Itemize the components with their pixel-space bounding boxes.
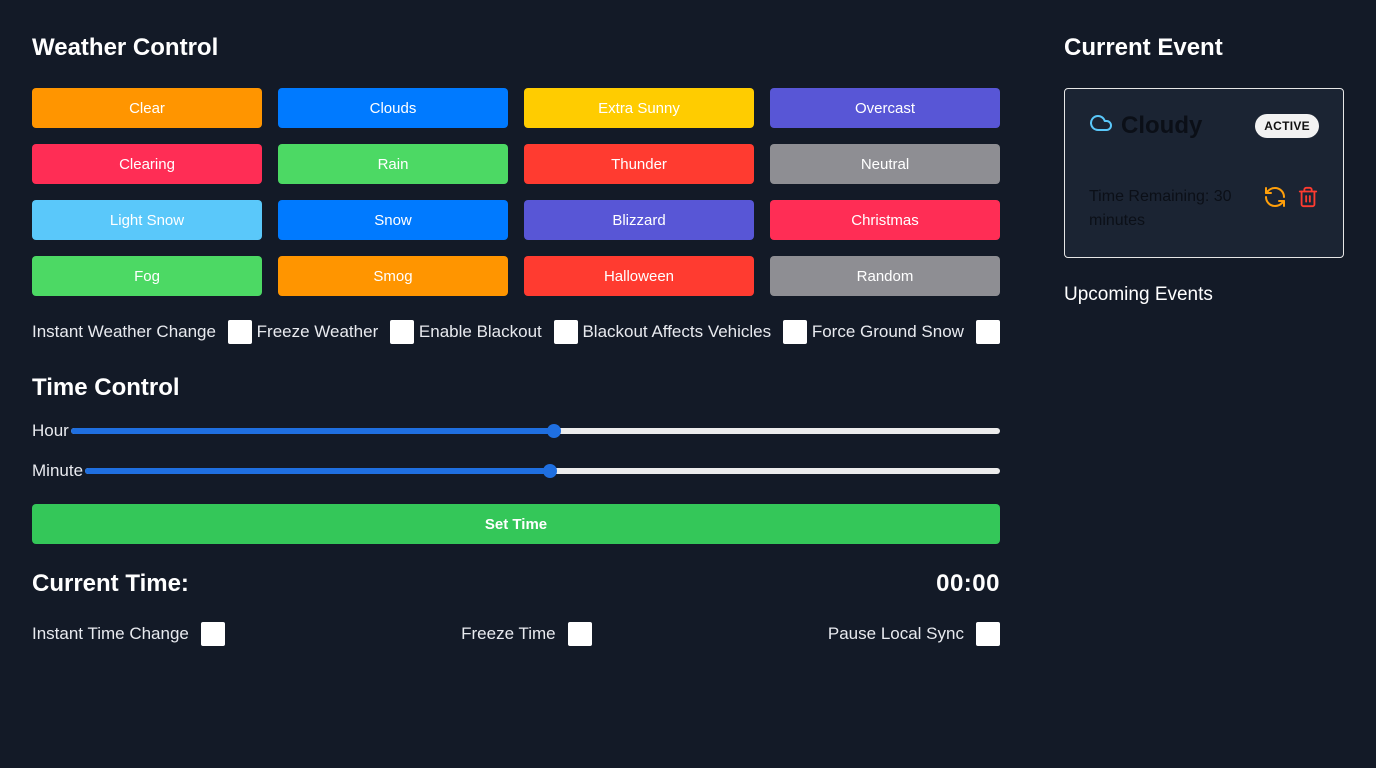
weather-button-halloween[interactable]: Halloween <box>524 256 754 296</box>
weather-button-blizzard[interactable]: Blizzard <box>524 200 754 240</box>
minute-slider-row: Minute <box>32 456 1000 486</box>
refresh-icon[interactable] <box>1263 185 1287 209</box>
time-toggles: Instant Time Change Freeze Time Pause Lo… <box>32 618 1000 650</box>
weather-button-thunder[interactable]: Thunder <box>524 144 754 184</box>
weather-button-clouds[interactable]: Clouds <box>278 88 508 128</box>
enable-blackout-checkbox[interactable] <box>553 320 578 344</box>
time-control-title: Time Control <box>32 374 180 401</box>
weather-button-light-snow[interactable]: Light Snow <box>32 200 262 240</box>
current-event-card: Cloudy ACTIVE Time Remaining: 30 minutes <box>1064 88 1344 258</box>
toggle-freeze-weather[interactable]: Freeze Weather <box>257 320 415 344</box>
toggle-label: Force Ground Snow <box>811 322 964 341</box>
weather-button-neutral[interactable]: Neutral <box>770 144 1000 184</box>
freeze-weather-checkbox[interactable] <box>390 320 415 344</box>
current-event-title: Current Event <box>1064 34 1223 61</box>
weather-button-smog[interactable]: Smog <box>278 256 508 296</box>
weather-time-panel: Weather Control Clear Clouds Extra Sunny… <box>32 30 1000 650</box>
set-time-button[interactable]: Set Time <box>32 504 1000 544</box>
hour-label: Hour <box>32 421 69 440</box>
current-time-value: 00:00 <box>936 570 1000 597</box>
weather-button-rain[interactable]: Rain <box>278 144 508 184</box>
current-time-label: Current Time: <box>32 570 189 597</box>
pause-local-sync-checkbox[interactable] <box>975 622 1000 646</box>
toggle-label: Freeze Time <box>461 624 556 643</box>
freeze-time-checkbox[interactable] <box>567 622 592 646</box>
current-time-row: Current Time: 00:00 <box>32 566 1000 602</box>
weather-button-clearing[interactable]: Clearing <box>32 144 262 184</box>
toggle-force-ground-snow[interactable]: Force Ground Snow <box>812 320 1000 344</box>
toggle-label: Instant Weather Change <box>32 322 216 341</box>
hour-slider[interactable] <box>70 424 1000 438</box>
toggle-pause-local-sync[interactable]: Pause Local Sync <box>828 622 1000 646</box>
event-actions <box>1263 185 1319 209</box>
status-badge: ACTIVE <box>1255 113 1319 138</box>
hour-slider-thumb[interactable] <box>547 424 561 438</box>
toggle-label: Enable Blackout <box>418 322 542 341</box>
weather-button-fog[interactable]: Fog <box>32 256 262 296</box>
toggle-label: Freeze Weather <box>256 322 379 341</box>
toggle-label: Instant Time Change <box>32 624 189 643</box>
weather-button-christmas[interactable]: Christmas <box>770 200 1000 240</box>
toggle-label: Pause Local Sync <box>827 624 964 643</box>
toggle-label: Blackout Affects Vehicles <box>582 322 772 341</box>
minute-slider-thumb[interactable] <box>542 464 557 478</box>
toggle-blackout-affects-vehicles[interactable]: Blackout Affects Vehicles <box>582 320 808 344</box>
event-name-wrap: Cloudy <box>1089 111 1202 140</box>
event-body: Time Remaining: 30 minutes <box>1089 185 1319 233</box>
force-ground-snow-checkbox[interactable] <box>975 320 1000 344</box>
weather-button-overcast[interactable]: Overcast <box>770 88 1000 128</box>
toggle-instant-weather-change[interactable]: Instant Weather Change <box>32 320 252 344</box>
time-remaining: Time Remaining: 30 minutes <box>1089 188 1232 229</box>
toggle-freeze-time[interactable]: Freeze Time <box>461 622 592 646</box>
instant-weather-change-checkbox[interactable] <box>227 320 252 344</box>
weather-toggles: Instant Weather Change Freeze Weather En… <box>32 312 1000 352</box>
toggle-enable-blackout[interactable]: Enable Blackout <box>419 320 578 344</box>
instant-time-change-checkbox[interactable] <box>200 622 225 646</box>
trash-icon[interactable] <box>1297 185 1319 209</box>
weather-button-random[interactable]: Random <box>770 256 1000 296</box>
event-panel: Current Event Cloudy ACTIVE Time Remaini… <box>1064 30 1344 306</box>
weather-button-snow[interactable]: Snow <box>278 200 508 240</box>
weather-button-extra-sunny[interactable]: Extra Sunny <box>524 88 754 128</box>
hour-slider-fill <box>70 428 554 434</box>
event-header: Cloudy ACTIVE <box>1089 111 1319 140</box>
cloud-icon <box>1089 111 1113 140</box>
event-name: Cloudy <box>1121 111 1203 139</box>
minute-slider[interactable] <box>85 464 1000 478</box>
hour-slider-row: Hour <box>32 416 1000 446</box>
weather-button-grid: Clear Clouds Extra Sunny Overcast Cleari… <box>32 88 1000 296</box>
weather-button-clear[interactable]: Clear <box>32 88 262 128</box>
blackout-affects-vehicles-checkbox[interactable] <box>783 320 808 344</box>
minute-label: Minute <box>32 461 84 480</box>
toggle-instant-time-change[interactable]: Instant Time Change <box>32 622 225 646</box>
minute-slider-fill <box>85 468 550 474</box>
weather-control-title: Weather Control <box>32 34 219 61</box>
upcoming-events-label: Upcoming Events <box>1064 284 1213 305</box>
